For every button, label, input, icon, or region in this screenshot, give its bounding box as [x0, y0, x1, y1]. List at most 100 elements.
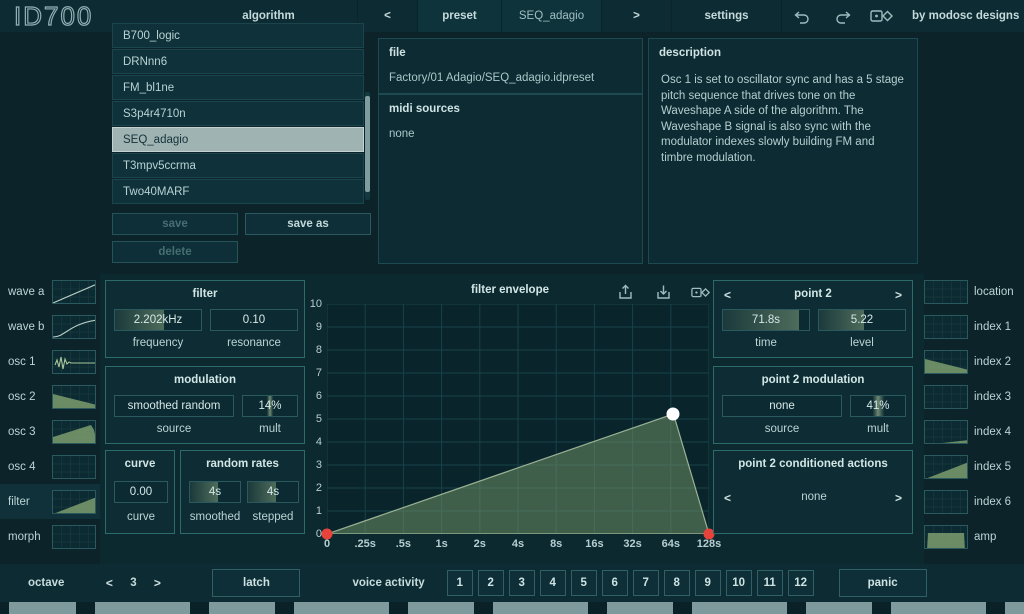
voice-activity-button[interactable]: 7	[632, 570, 659, 596]
save-button[interactable]: save	[112, 213, 238, 235]
latch-button[interactable]: latch	[212, 569, 301, 597]
preset-list-item[interactable]: B700_logic	[112, 23, 364, 48]
tab-preset[interactable]: preset	[418, 0, 502, 32]
import-icon[interactable]	[653, 282, 673, 302]
voice-activity-button[interactable]: 5	[570, 570, 597, 596]
envelope-plot[interactable]: 0 1 2 3 4 5 6 7 8 9 10 0.25s .5s 1s 2s 4s 8s 16s 32s 64s 128…	[310, 298, 721, 550]
octave-prev-button[interactable]: <	[98, 570, 120, 596]
module-thumbnail-icon[interactable]	[52, 349, 96, 374]
module-row-wave-b[interactable]: wave b	[0, 309, 100, 344]
point-panel-title: point 2	[794, 288, 832, 300]
modulation-source-field[interactable]: smoothed random	[114, 395, 234, 417]
piano-black-key[interactable]	[834, 602, 873, 614]
random-rates-stepped-field[interactable]: 4s	[247, 481, 299, 503]
module-row-amp[interactable]: amp	[924, 519, 1024, 554]
redo-icon[interactable]	[822, 0, 862, 32]
module-thumbnail-icon[interactable]	[52, 489, 96, 514]
point-level-field[interactable]: 5.22	[818, 309, 906, 331]
module-row-index-3[interactable]: index 3	[924, 379, 1024, 414]
delete-button[interactable]: delete	[112, 241, 238, 263]
voice-activity-button[interactable]: 1	[446, 570, 473, 596]
voice-activity-button[interactable]: 2	[477, 570, 504, 596]
module-thumbnail-icon[interactable]	[924, 524, 968, 549]
module-row-osc-1[interactable]: osc 1	[0, 344, 100, 379]
module-row-index-2[interactable]: index 2	[924, 344, 1024, 379]
random-rates-smoothed-field[interactable]: 4s	[189, 481, 241, 503]
voice-activity-button[interactable]: 9	[694, 570, 721, 596]
module-thumbnail-icon[interactable]	[924, 279, 968, 304]
module-row-wave-a[interactable]: wave a	[0, 274, 100, 309]
module-row-morph[interactable]: morph	[0, 519, 100, 554]
point-modulation-mult-field[interactable]: 41%	[850, 395, 906, 417]
filter-resonance-field[interactable]: 0.10	[210, 309, 298, 331]
preset-list-item[interactable]: SEQ_adagio	[112, 127, 364, 152]
piano-black-key[interactable]	[436, 602, 475, 614]
envelope-point-handle[interactable]	[666, 407, 680, 421]
point-next-button[interactable]: >	[895, 288, 902, 302]
piano-black-key[interactable]	[1005, 602, 1024, 614]
module-thumbnail-icon[interactable]	[924, 489, 968, 514]
point-modulation-source-field[interactable]: none	[722, 395, 842, 417]
module-row-index-6[interactable]: index 6	[924, 484, 1024, 519]
preset-list-item[interactable]: DRNnn6	[112, 49, 364, 74]
voice-activity-button[interactable]: 8	[663, 570, 690, 596]
preset-list-scrollbar-thumb[interactable]	[365, 96, 370, 192]
undo-icon[interactable]	[782, 0, 822, 32]
point-prev-button[interactable]: <	[724, 288, 731, 302]
module-thumbnail-icon[interactable]	[52, 419, 96, 444]
curve-value-field[interactable]: 0.00	[114, 481, 168, 503]
module-row-index-1[interactable]: index 1	[924, 309, 1024, 344]
preset-list-item[interactable]: T3mpv5ccrma	[112, 153, 364, 178]
modulation-mult-field[interactable]: 14%	[242, 395, 298, 417]
piano-black-key[interactable]	[549, 602, 588, 614]
module-thumbnail-icon[interactable]	[52, 314, 96, 339]
module-thumbnail-icon[interactable]	[52, 454, 96, 479]
module-thumbnail-icon[interactable]	[924, 454, 968, 479]
preset-list-item[interactable]: Two40MARF	[112, 179, 364, 204]
preset-list-scrollbar[interactable]	[365, 92, 370, 200]
tab-settings[interactable]: settings	[672, 0, 782, 32]
module-thumbnail-icon[interactable]	[52, 524, 96, 549]
piano-black-key[interactable]	[635, 602, 674, 614]
preset-list[interactable]: B700_logic DRNnn6 FM_bl1ne S3p4r4710n SEQ_ad…	[112, 23, 370, 206]
module-thumbnail-icon[interactable]	[924, 314, 968, 339]
piano-black-key[interactable]	[237, 602, 275, 614]
preset-next-button[interactable]: >	[602, 0, 672, 32]
voice-activity-button[interactable]: 4	[539, 570, 566, 596]
module-thumbnail-icon[interactable]	[924, 349, 968, 374]
piano-black-key[interactable]	[37, 602, 76, 614]
module-thumbnail-icon[interactable]	[52, 279, 96, 304]
preset-prev-button[interactable]: <	[358, 0, 418, 32]
module-row-index-4[interactable]: index 4	[924, 414, 1024, 449]
module-thumbnail-icon[interactable]	[924, 419, 968, 444]
voice-activity-button[interactable]: 12	[787, 570, 814, 596]
piano-keyboard[interactable]	[0, 602, 1024, 614]
piano-black-key[interactable]	[151, 602, 190, 614]
module-thumbnail-icon[interactable]	[52, 384, 96, 409]
module-row-location[interactable]: location	[924, 274, 1024, 309]
preset-list-item[interactable]: FM_bl1ne	[112, 75, 364, 100]
module-row-index-5[interactable]: index 5	[924, 449, 1024, 484]
panic-button[interactable]: panic	[838, 569, 927, 597]
module-thumbnail-icon[interactable]	[924, 384, 968, 409]
voice-activity-button[interactable]: 11	[756, 570, 783, 596]
module-row-filter[interactable]: filter	[0, 484, 100, 519]
voice-activity-button[interactable]: 3	[508, 570, 535, 596]
octave-next-button[interactable]: >	[146, 570, 168, 596]
filter-frequency-field[interactable]: 2.202kHz	[114, 309, 202, 331]
point-time-field[interactable]: 71.8s	[722, 309, 810, 331]
randomize-icon[interactable]	[862, 0, 902, 32]
piano-black-key[interactable]	[749, 602, 787, 614]
piano-black-key[interactable]	[948, 602, 987, 614]
piano-black-key[interactable]	[350, 602, 389, 614]
module-row-osc-3[interactable]: osc 3	[0, 414, 100, 449]
export-icon[interactable]	[615, 282, 635, 302]
voice-activity-button[interactable]: 6	[601, 570, 628, 596]
envelope-point-handle[interactable]	[321, 528, 333, 540]
module-row-osc-2[interactable]: osc 2	[0, 379, 100, 414]
voice-activity-button[interactable]: 10	[725, 570, 752, 596]
randomize-icon[interactable]	[691, 282, 711, 302]
module-row-osc-4[interactable]: osc 4	[0, 449, 100, 484]
save-as-button[interactable]: save as	[245, 213, 371, 235]
preset-list-item[interactable]: S3p4r4710n	[112, 101, 364, 126]
